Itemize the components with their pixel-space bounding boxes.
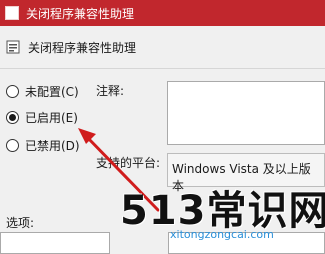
divider	[0, 68, 325, 69]
watermark: 513常识网 xitongzongcai.com	[120, 178, 325, 254]
radio-not-configured[interactable]: 未配置(C)	[6, 82, 79, 100]
options-panel[interactable]	[0, 232, 110, 254]
policy-header: 关闭程序兼容性助理	[6, 38, 136, 56]
radio-circle[interactable]	[6, 84, 19, 98]
radio-circle-checked[interactable]	[6, 110, 19, 124]
radio-label: 已启用(E)	[25, 110, 78, 125]
radio-label: 未配置(C)	[25, 84, 79, 99]
app-icon	[5, 6, 19, 20]
radio-disabled[interactable]: 已禁用(D)	[6, 136, 80, 154]
radio-circle[interactable]	[6, 138, 19, 152]
radio-label: 已禁用(D)	[25, 138, 80, 153]
title-bar: 关闭程序兼容性助理	[0, 0, 325, 26]
window-title: 关闭程序兼容性助理	[26, 6, 135, 21]
options-label: 选项:	[6, 216, 35, 230]
comment-field[interactable]	[167, 81, 325, 145]
comment-label: 注释:	[96, 84, 125, 98]
radio-enabled[interactable]: 已启用(E)	[6, 108, 78, 126]
supported-platform-label: 支持的平台:	[96, 156, 161, 170]
policy-title: 关闭程序兼容性助理	[28, 40, 137, 55]
watermark-url: xitongzongcai.com	[170, 228, 274, 241]
policy-icon	[6, 40, 20, 54]
